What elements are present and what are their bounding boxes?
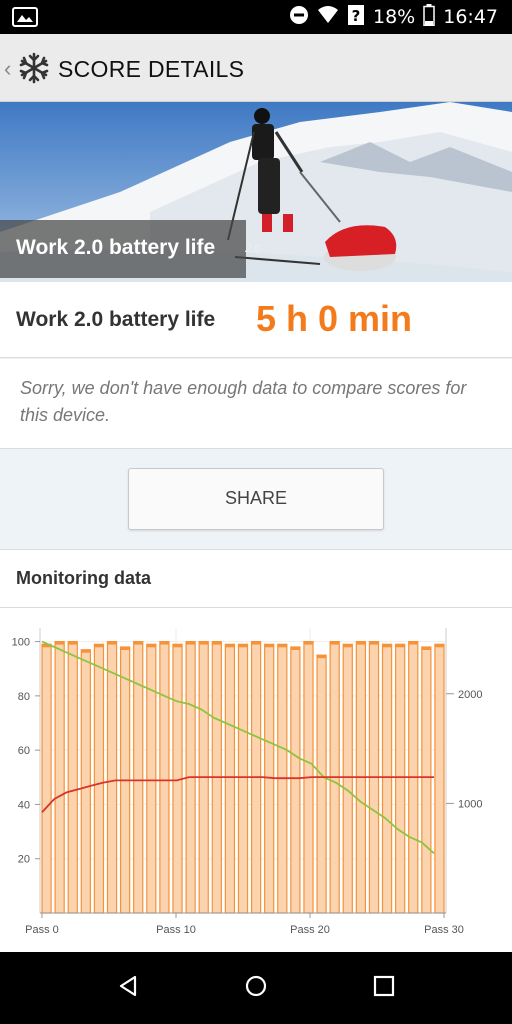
chart-bar (316, 654, 327, 914)
chart-bar-cap (186, 641, 196, 645)
comparison-notice-text: Sorry, we don't have enough data to comp… (20, 378, 467, 425)
right-tick-label: 1000 (458, 798, 482, 810)
chart-bar-cap (133, 641, 143, 645)
chart-bar-cap (146, 644, 156, 648)
chart-bar (224, 643, 236, 914)
chart-bar-cap (369, 641, 379, 645)
x-tick-label: Pass 10 (156, 924, 196, 936)
score-label: Work 2.0 battery life (16, 308, 216, 331)
chart-bar-cap (199, 641, 209, 645)
left-tick-label: 40 (18, 799, 30, 811)
chart-bar-cap (55, 641, 65, 645)
app-bar: ‹ SCORE DETAILS (0, 34, 512, 102)
left-tick-label: 80 (18, 691, 30, 703)
score-value: 5 h 0 min (256, 298, 413, 339)
x-tick-label: Pass 0 (25, 924, 59, 936)
recents-square-icon[interactable] (372, 974, 396, 1003)
left-tick-label: 60 (18, 745, 30, 757)
chart-bar-cap (303, 641, 314, 645)
chart-bar (159, 640, 170, 914)
chart-bar-cap (68, 641, 78, 645)
battery-percent: 18% (373, 6, 416, 28)
chart-bar (434, 643, 445, 914)
right-tick-label: 2000 (458, 689, 482, 701)
chart-bar-cap (107, 641, 117, 645)
chart-bar-cap (356, 641, 366, 645)
signal-unknown-icon: ? (347, 4, 365, 31)
chart-bar (146, 643, 157, 914)
chart-bar-cap (382, 644, 392, 648)
home-circle-icon[interactable] (244, 974, 268, 1003)
share-button-label: SHARE (224, 488, 287, 508)
chart-bar-cap (343, 644, 353, 648)
clock: 16:47 (443, 6, 498, 28)
chart-bar-cap (212, 641, 222, 645)
monitoring-chart: 20 40 60 80 100 1000 2000 Pass 0 Pass 10 Pass 20 P… (12, 628, 482, 936)
chart-bar-cap (225, 644, 235, 648)
chart-bar-cap (251, 641, 261, 645)
battery-icon (423, 3, 435, 31)
chart-bar (381, 643, 393, 914)
x-tick-label: Pass 20 (290, 924, 330, 936)
hero-caption: Work 2.0 battery life 2.0 (0, 220, 260, 278)
chart-bar-cap (395, 644, 405, 648)
chart-bar (93, 643, 105, 914)
share-button[interactable]: SHARE (128, 468, 384, 530)
left-tick-label: 100 (12, 637, 30, 649)
chevron-left-icon[interactable]: ‹ (4, 56, 11, 82)
chart-bar-cap (408, 641, 418, 645)
status-bar: ? 18% 16:47 (0, 0, 512, 34)
svg-text:?: ? (352, 7, 361, 25)
chart-bar-cap (94, 644, 104, 648)
chart-bar-cap (159, 641, 169, 645)
chart-bar (342, 643, 353, 914)
chart-bar (54, 640, 65, 914)
chart-bar-cap (290, 647, 300, 650)
wifi-icon (317, 5, 339, 30)
chart-bar-cap (421, 647, 431, 650)
x-tick-label: Pass 30 (424, 924, 464, 936)
monitoring-heading: Monitoring data (16, 568, 151, 588)
chart-bar-cap (434, 644, 444, 648)
gallery-notification-icon (12, 7, 38, 31)
chart-bar (237, 643, 249, 914)
chart-bar (41, 643, 52, 914)
chart-bar-cap (238, 644, 248, 648)
left-tick-label: 20 (18, 854, 30, 866)
chart-bar (395, 643, 406, 914)
navigation-bar (0, 952, 512, 1024)
chart-bar (80, 649, 91, 914)
page-title: SCORE DETAILS (58, 56, 245, 82)
snowflake-icon[interactable] (18, 52, 50, 89)
chart-bar-cap (120, 647, 130, 650)
monitoring-panel: Monitoring data 20 40 60 80 100 1000 2000 Pass … (0, 549, 512, 952)
hero-version: 2.0 (245, 243, 261, 255)
score-row: Work 2.0 battery life 5 h 0 min (0, 282, 512, 358)
chart-bar-cap (317, 655, 327, 659)
chart-bar (106, 640, 118, 914)
comparison-notice: Sorry, we don't have enough data to comp… (0, 359, 512, 449)
chart-bar (421, 646, 432, 914)
chart-bar-cap (264, 644, 274, 648)
chart-bar-cap (277, 644, 287, 648)
do-not-disturb-icon (289, 5, 309, 30)
hero-caption-text: Work 2.0 battery life (16, 236, 216, 259)
back-triangle-icon[interactable] (116, 974, 140, 1003)
chart-bar-cap (330, 641, 340, 645)
chart-bar-cap (172, 644, 183, 648)
chart-bar-cap (81, 649, 91, 653)
chart-bar (67, 640, 78, 914)
chart-bar (290, 646, 301, 914)
